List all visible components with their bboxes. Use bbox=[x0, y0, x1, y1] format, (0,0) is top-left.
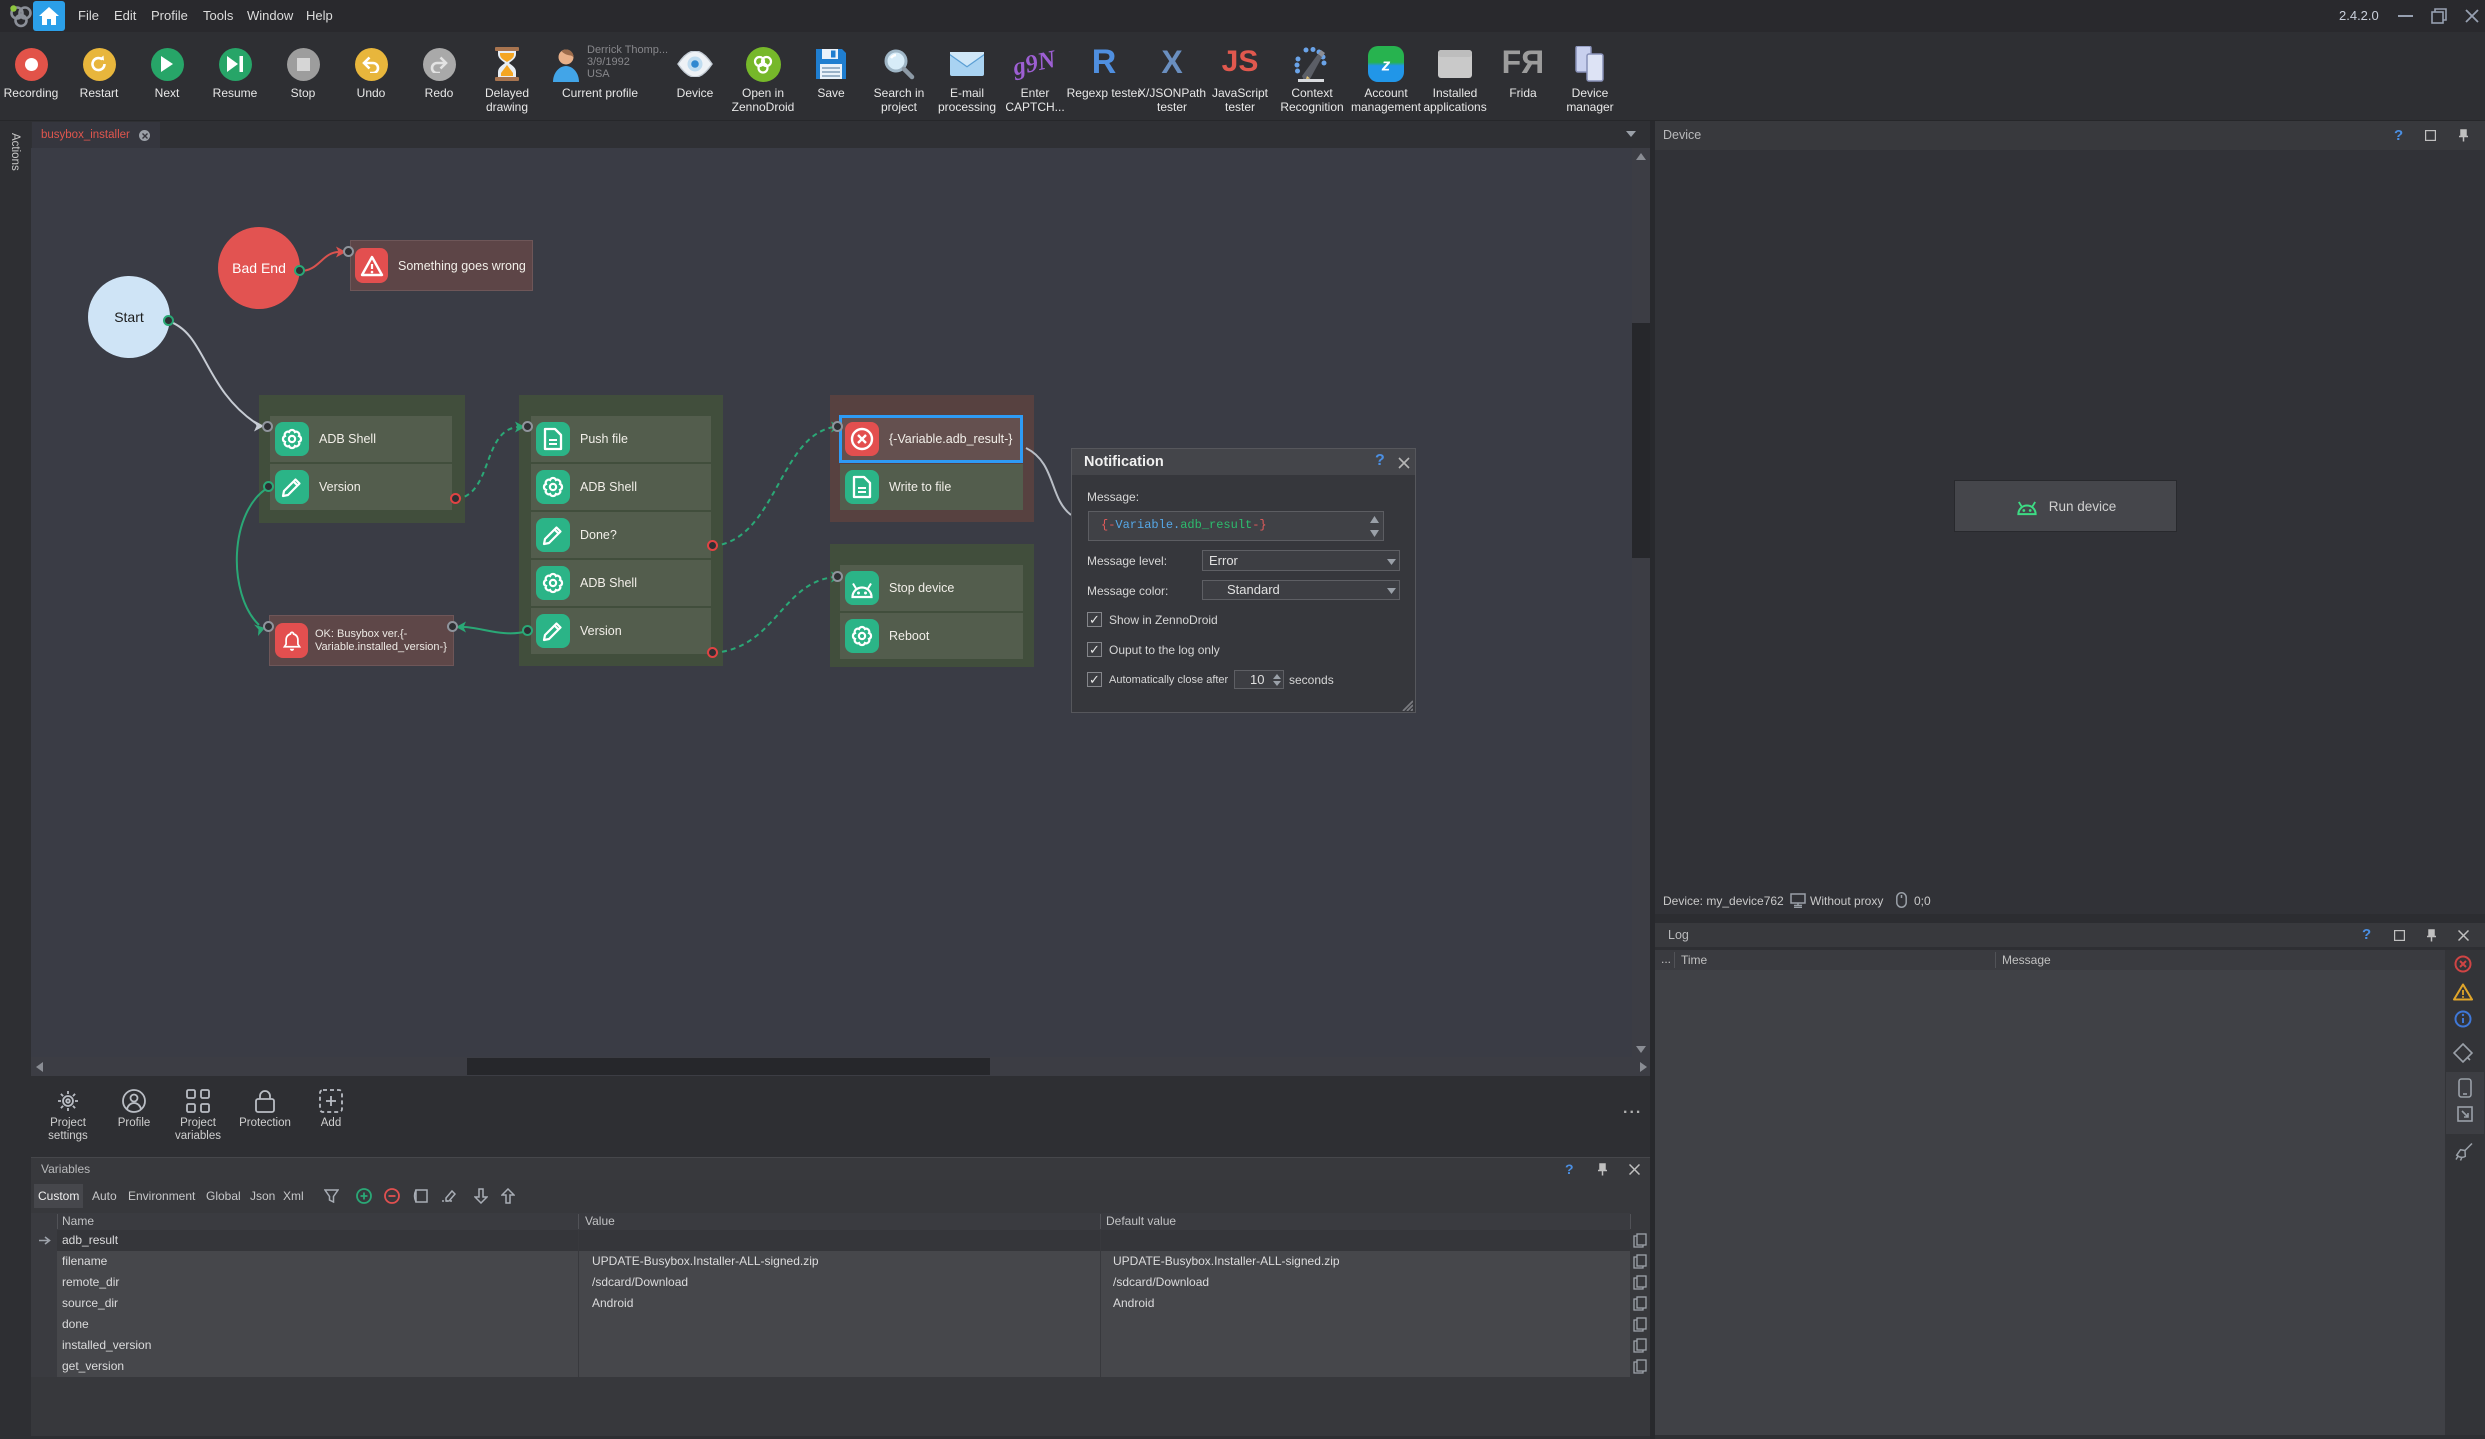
svg-text:z: z bbox=[1381, 56, 1391, 75]
